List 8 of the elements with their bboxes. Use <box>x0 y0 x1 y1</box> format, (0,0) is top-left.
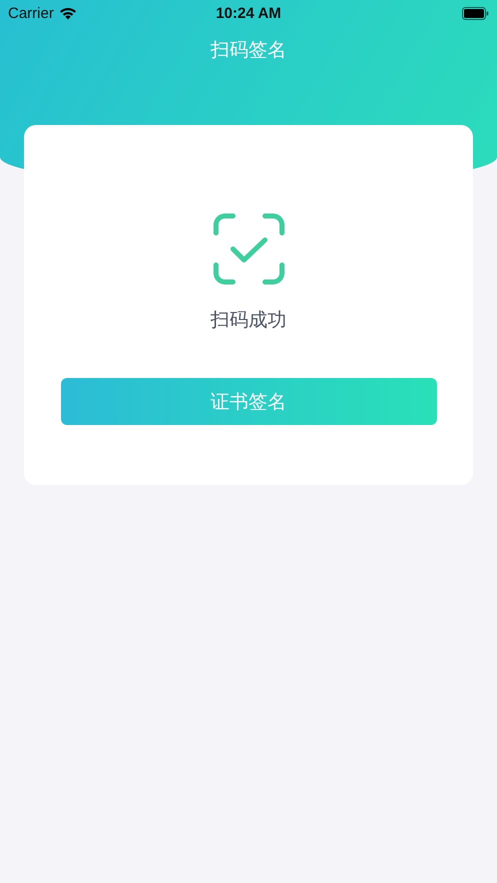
clock-time: 10:24 AM <box>216 4 282 22</box>
wifi-icon <box>58 6 77 20</box>
battery-icon <box>462 6 489 20</box>
certificate-sign-button[interactable]: 证书签名 <box>60 378 436 425</box>
scan-success-icon <box>212 213 284 285</box>
carrier-label: Carrier <box>8 4 54 22</box>
page-title: 扫码签名 <box>210 38 288 63</box>
success-message: 扫码成功 <box>210 308 286 333</box>
